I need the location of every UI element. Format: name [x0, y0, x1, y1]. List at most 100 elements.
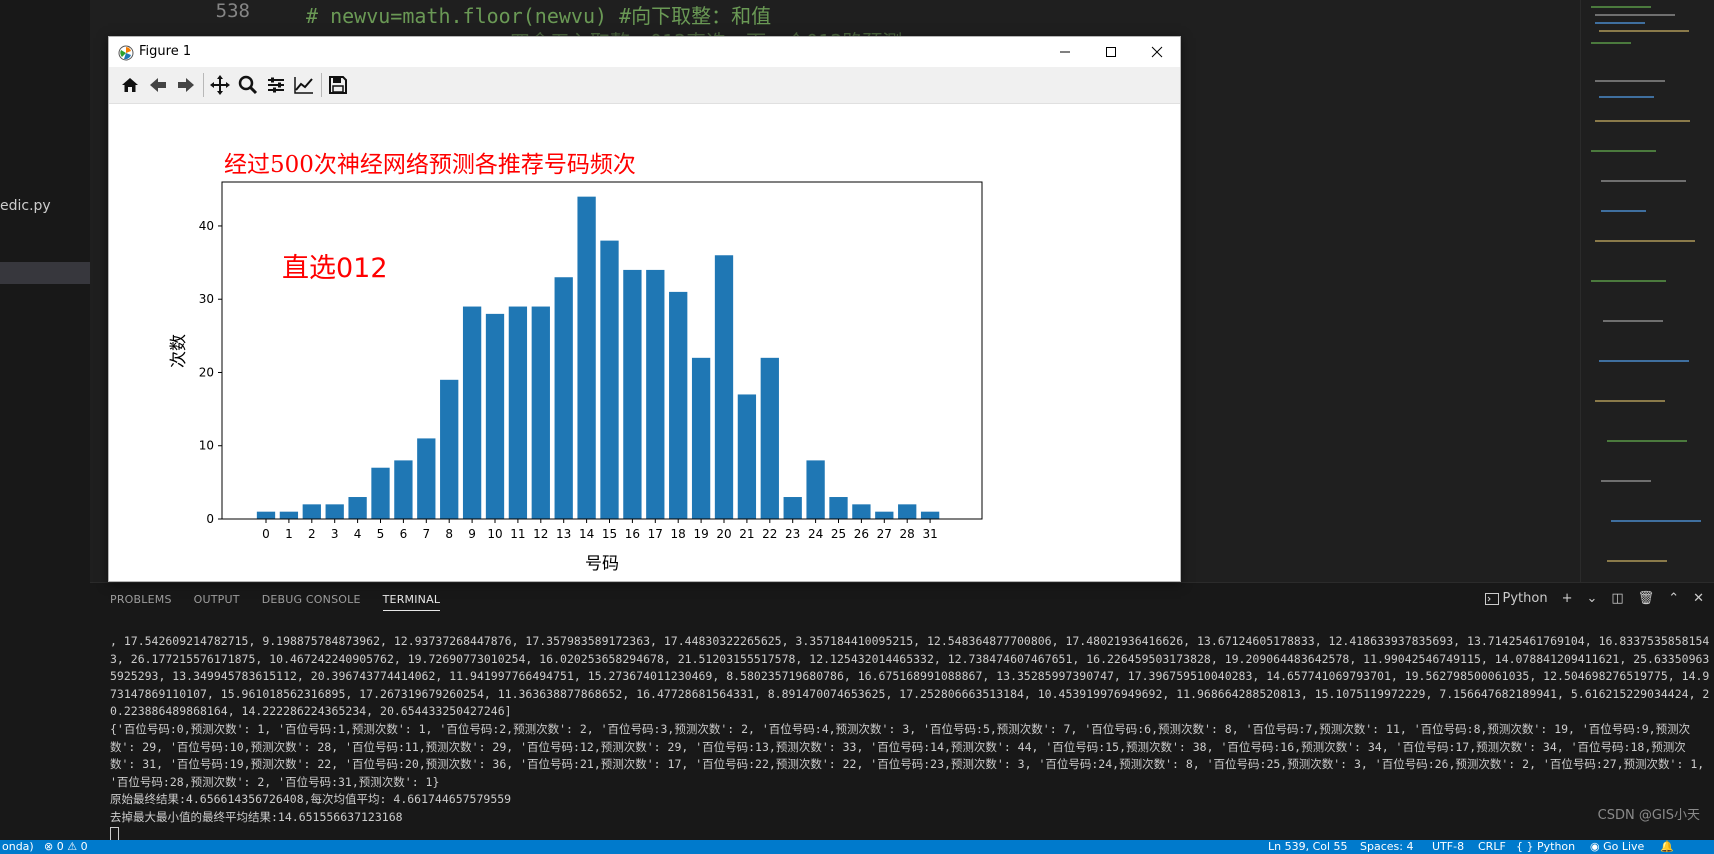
line-number: 538 [215, 0, 250, 22]
zoom-button[interactable] [235, 72, 261, 98]
language-label: Python [1537, 840, 1576, 853]
minimize-icon [1060, 51, 1070, 53]
y-tick-label: 0 [206, 512, 214, 526]
tab-debug-console[interactable]: DEBUG CONSOLE [262, 593, 361, 611]
save-icon [329, 76, 347, 94]
close-button[interactable] [1134, 37, 1180, 67]
y-tick-label: 40 [199, 219, 214, 233]
minimize-button[interactable] [1042, 37, 1088, 67]
configure-subplots-button[interactable] [263, 72, 289, 98]
pan-icon [210, 75, 230, 95]
sidebar-item-file[interactable]: edic.py [0, 198, 51, 214]
status-language[interactable]: { } Python [1516, 840, 1575, 854]
y-tick-label: 30 [199, 292, 214, 306]
bar-24 [806, 460, 825, 519]
tab-problems[interactable]: PROBLEMS [110, 593, 172, 611]
zoom-icon [238, 75, 258, 95]
x-tick-label: 26 [854, 527, 869, 541]
x-tick-label: 7 [422, 527, 430, 541]
x-tick-label: 12 [533, 527, 548, 541]
split-terminal-icon[interactable]: ◫ [1611, 591, 1623, 606]
x-tick-label: 27 [877, 527, 892, 541]
notifications-icon[interactable]: 🔔 [1660, 840, 1674, 854]
code-line[interactable]: # newvu=math.floor(newvu) #向下取整：和值 [306, 0, 771, 29]
status-golive[interactable]: ◉ Go Live [1590, 840, 1644, 854]
x-tick-label: 8 [445, 527, 453, 541]
bar-11 [508, 306, 528, 519]
pan-button[interactable] [207, 72, 233, 98]
home-icon [122, 78, 138, 92]
panel-tabs: PROBLEMS OUTPUT DEBUG CONSOLE TERMINAL [110, 593, 441, 611]
figure-title: Figure 1 [139, 44, 192, 59]
home-button[interactable] [117, 72, 143, 98]
edit-axes-button[interactable] [291, 72, 317, 98]
save-button[interactable] [325, 72, 351, 98]
bar-10 [485, 313, 505, 519]
terminal-line: 原始最终结果:4.656614356726408,每次均值平均: 4.66174… [110, 792, 512, 807]
x-tick-label: 23 [785, 527, 800, 541]
status-env[interactable]: onda) [2, 840, 34, 854]
forward-button[interactable] [173, 72, 199, 98]
shell-label: Python [1502, 591, 1548, 606]
bar-6 [394, 460, 413, 519]
close-panel-icon[interactable]: ✕ [1693, 591, 1704, 606]
back-icon [150, 78, 166, 92]
bottom-panel: PROBLEMS OUTPUT DEBUG CONSOLE TERMINAL P… [90, 582, 1714, 844]
panel-actions: Python + ⌄ ◫ 🗑 ⌃ ✕ [1484, 591, 1704, 606]
maximize-icon [1106, 47, 1116, 57]
close-icon [1151, 46, 1163, 58]
status-indentation[interactable]: Spaces: 4 [1360, 840, 1413, 854]
back-button[interactable] [145, 72, 171, 98]
x-tick-label: 5 [377, 527, 385, 541]
status-encoding[interactable]: UTF-8 [1432, 840, 1464, 854]
side-bar: edic.py [0, 0, 90, 840]
bar-12 [531, 306, 550, 519]
bar-17 [646, 269, 665, 519]
maximize-panel-icon[interactable]: ⌃ [1668, 591, 1679, 606]
status-eol[interactable]: CRLF [1478, 840, 1506, 854]
bar-20 [714, 255, 734, 519]
x-tick-label: 10 [487, 527, 502, 541]
bar-31 [920, 511, 940, 519]
terminal-output[interactable]: , 17.542609214782715, 9.198875784873962,… [110, 633, 1710, 844]
x-tick-label: 11 [510, 527, 525, 541]
chevron-down-icon[interactable]: ⌄ [1586, 591, 1597, 606]
status-cursor-position[interactable]: Ln 539, Col 55 [1268, 840, 1348, 854]
terminal-shell-selector[interactable]: Python [1484, 591, 1548, 606]
x-tick-label: 13 [556, 527, 571, 541]
figure-titlebar[interactable]: Figure 1 [109, 37, 1180, 67]
x-tick-label: 28 [900, 527, 915, 541]
minimap[interactable] [1580, 0, 1714, 582]
error-count: 0 [56, 840, 64, 853]
x-tick-label: 18 [671, 527, 686, 541]
x-tick-label: 20 [716, 527, 731, 541]
sidebar-item-active[interactable] [0, 262, 90, 284]
status-problems[interactable]: ⊗ 0 ⚠ 0 [44, 840, 88, 854]
new-terminal-icon[interactable]: + [1562, 591, 1573, 606]
x-tick-label: 31 [922, 527, 937, 541]
y-axis-label: 次数 [169, 334, 189, 368]
x-tick-label: 25 [831, 527, 846, 541]
x-tick-label: 17 [648, 527, 663, 541]
error-icon: ⊗ [44, 840, 54, 853]
x-tick-label: 2 [308, 527, 316, 541]
x-axis-label: 号码 [585, 554, 619, 574]
x-tick-label: 6 [400, 527, 408, 541]
maximize-button[interactable] [1088, 37, 1134, 67]
x-axis: 0 1 2 3 4 5 6 7 8 9 10 11 12 13 14 15 16 17 18 19 20 21 22 23 24… [262, 519, 938, 541]
x-tick-label: 1 [285, 527, 293, 541]
matplotlib-icon [118, 45, 134, 61]
bar-16 [623, 269, 642, 519]
x-tick-label: 21 [739, 527, 754, 541]
bar-25 [829, 497, 848, 519]
watermark: CSDN @GIS小天 [1597, 808, 1700, 823]
edit-axes-icon [294, 77, 313, 94]
trash-icon[interactable]: 🗑 [1638, 591, 1655, 606]
bar-3 [325, 504, 344, 519]
chart-title: 经过500次神经网络预测各推荐号码频次 [224, 152, 636, 178]
y-tick-label: 10 [199, 439, 214, 453]
bar-18 [669, 291, 688, 519]
tab-terminal[interactable]: TERMINAL [382, 593, 441, 611]
terminal-line: {'百位号码:0,预测次数': 1, '百位号码:1,预测次数': 1, '百位… [110, 721, 1712, 789]
tab-output[interactable]: OUTPUT [194, 593, 240, 611]
